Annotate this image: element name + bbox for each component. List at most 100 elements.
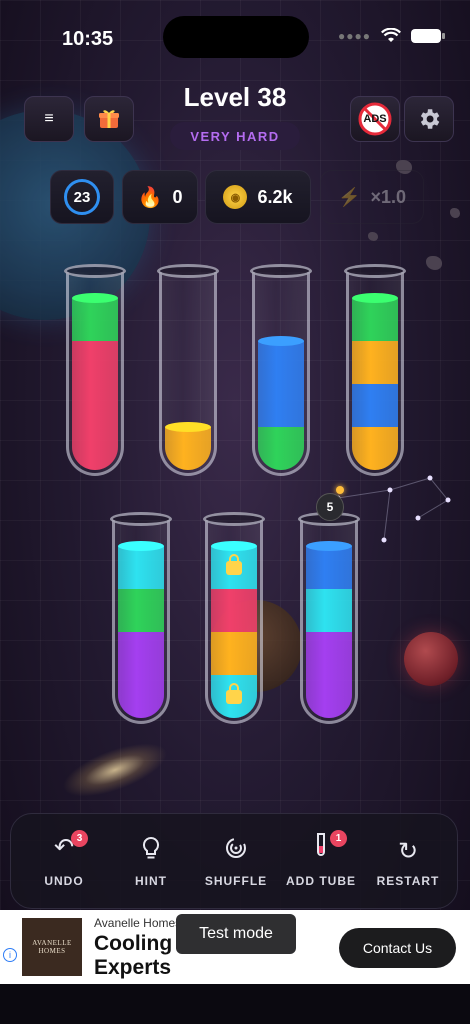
liquid-stack: [72, 293, 118, 470]
liquid-layer-green: [118, 589, 164, 632]
multiplier-value: ×1.0: [370, 186, 406, 207]
liquid-layer-cyan: [211, 541, 257, 589]
liquid-layer-purple: [306, 675, 352, 718]
moves-counter: 23: [50, 170, 114, 224]
liquid-layer-red: [72, 427, 118, 470]
bomb-fuse: [336, 486, 344, 494]
coins-counter: ◉ 6.2k: [205, 170, 311, 224]
liquid-surface: [352, 293, 398, 303]
coin-icon: ◉: [223, 185, 248, 209]
liquid-layer-red: [211, 589, 257, 632]
lightbulb-icon: [106, 836, 196, 868]
liquid-layer-yellow: [211, 632, 257, 675]
tube-rim: [250, 264, 312, 278]
liquid-layer-purple: [118, 632, 164, 675]
liquid-layer-green: [72, 293, 118, 341]
restart-label: RESTART: [376, 874, 440, 888]
status-indicators: ●●●●: [338, 28, 445, 44]
wifi-icon: [381, 28, 401, 42]
tube-3[interactable]: [250, 264, 312, 476]
undo-icon: ↶ 3: [19, 830, 109, 864]
remove-ads-button[interactable]: ADS: [350, 96, 400, 142]
liquid-surface: [211, 541, 257, 551]
ad-info-icon[interactable]: i: [3, 948, 17, 962]
ad-brand: Avanelle Homes: [94, 916, 182, 930]
test-tube-icon: 1: [276, 830, 366, 864]
liquid-layer-blue: [352, 384, 398, 427]
liquid-layer-green: [352, 293, 398, 341]
liquid-layer-blue: [258, 384, 304, 427]
tube-4[interactable]: [344, 264, 406, 476]
liquid-layer-green: [258, 427, 304, 470]
lock-icon: [226, 682, 242, 704]
liquid-layer-purple: [118, 675, 164, 718]
asteroid: [368, 232, 378, 241]
liquid-surface: [118, 541, 164, 551]
tube-7[interactable]: [298, 512, 360, 724]
gear-icon: [420, 109, 440, 129]
power-up-toolbar: ↶ 3 UNDO HINT SHUFFLE 1 ADD TUBE ↻ RESTA…: [10, 813, 458, 909]
liquid-layer-yellow: [352, 427, 398, 470]
liquid-surface: [165, 422, 211, 432]
tube-2[interactable]: [157, 264, 219, 476]
hint-label: HINT: [135, 874, 167, 888]
liquid-stack: [258, 336, 304, 470]
liquid-layer-cyan: [211, 675, 257, 718]
liquid-layer-yellow: [165, 422, 211, 470]
liquid-layer-purple: [306, 632, 352, 675]
liquid-stack: [306, 541, 352, 718]
streak-value: 0: [172, 186, 183, 207]
undo-button[interactable]: ↶ 3 UNDO: [19, 830, 109, 888]
add-tube-label: ADD TUBE: [286, 874, 356, 888]
settings-button[interactable]: [404, 96, 454, 142]
coins-value: 6.2k: [257, 186, 293, 207]
streak-counter: 🔥 0: [122, 170, 198, 224]
tube-6[interactable]: [203, 512, 265, 724]
liquid-surface: [72, 293, 118, 303]
fire-icon: 🔥: [137, 186, 163, 209]
liquid-layer-blue: [258, 336, 304, 384]
shuffle-icon: [191, 836, 281, 868]
liquid-layer-red: [72, 384, 118, 427]
add-tube-badge: 1: [330, 830, 347, 847]
tube-5[interactable]: [110, 512, 172, 724]
shuffle-label: SHUFFLE: [204, 874, 268, 888]
lightning-icon: ⚡: [338, 186, 361, 207]
battery-icon: [411, 29, 445, 43]
bomb-counter: 5: [316, 493, 344, 521]
dynamic-island: [163, 16, 309, 58]
ad-logo-line1: AVANELLE: [32, 939, 72, 947]
signal-icon: ●●●●: [338, 29, 371, 43]
asteroid: [426, 256, 442, 270]
ad-contact-button[interactable]: Contact Us: [339, 928, 456, 968]
undo-badge: 3: [71, 830, 88, 847]
tube-rim: [64, 264, 126, 278]
tube-rim: [157, 264, 219, 278]
hint-button[interactable]: HINT: [106, 836, 196, 888]
undo-label: UNDO: [44, 874, 84, 888]
bottom-strip: [0, 984, 470, 1024]
shuffle-button[interactable]: SHUFFLE: [191, 836, 281, 888]
liquid-surface: [258, 336, 304, 346]
lock-icon: [226, 553, 242, 575]
ads-label: ADS: [363, 113, 387, 125]
tube-1[interactable]: [64, 264, 126, 476]
liquid-stack: [211, 541, 257, 718]
tube-rim: [110, 512, 172, 526]
liquid-layer-red: [72, 341, 118, 384]
liquid-stack: [165, 422, 211, 470]
status-time: 10:35: [62, 28, 114, 50]
liquid-stack: [352, 293, 398, 470]
ad-headline: Cooling Experts: [94, 932, 173, 979]
asteroid: [450, 208, 460, 218]
liquid-stack: [118, 541, 164, 718]
moves-value: 23: [64, 179, 100, 215]
liquid-surface: [306, 541, 352, 551]
liquid-layer-cyan: [306, 589, 352, 632]
liquid-layer-yellow: [352, 341, 398, 384]
difficulty-badge: VERY HARD: [170, 122, 300, 150]
test-mode-toast: Test mode: [176, 914, 296, 954]
restart-button[interactable]: ↻ RESTART: [363, 836, 453, 888]
restart-icon: ↻: [397, 838, 419, 865]
add-tube-button[interactable]: 1 ADD TUBE: [276, 830, 366, 888]
